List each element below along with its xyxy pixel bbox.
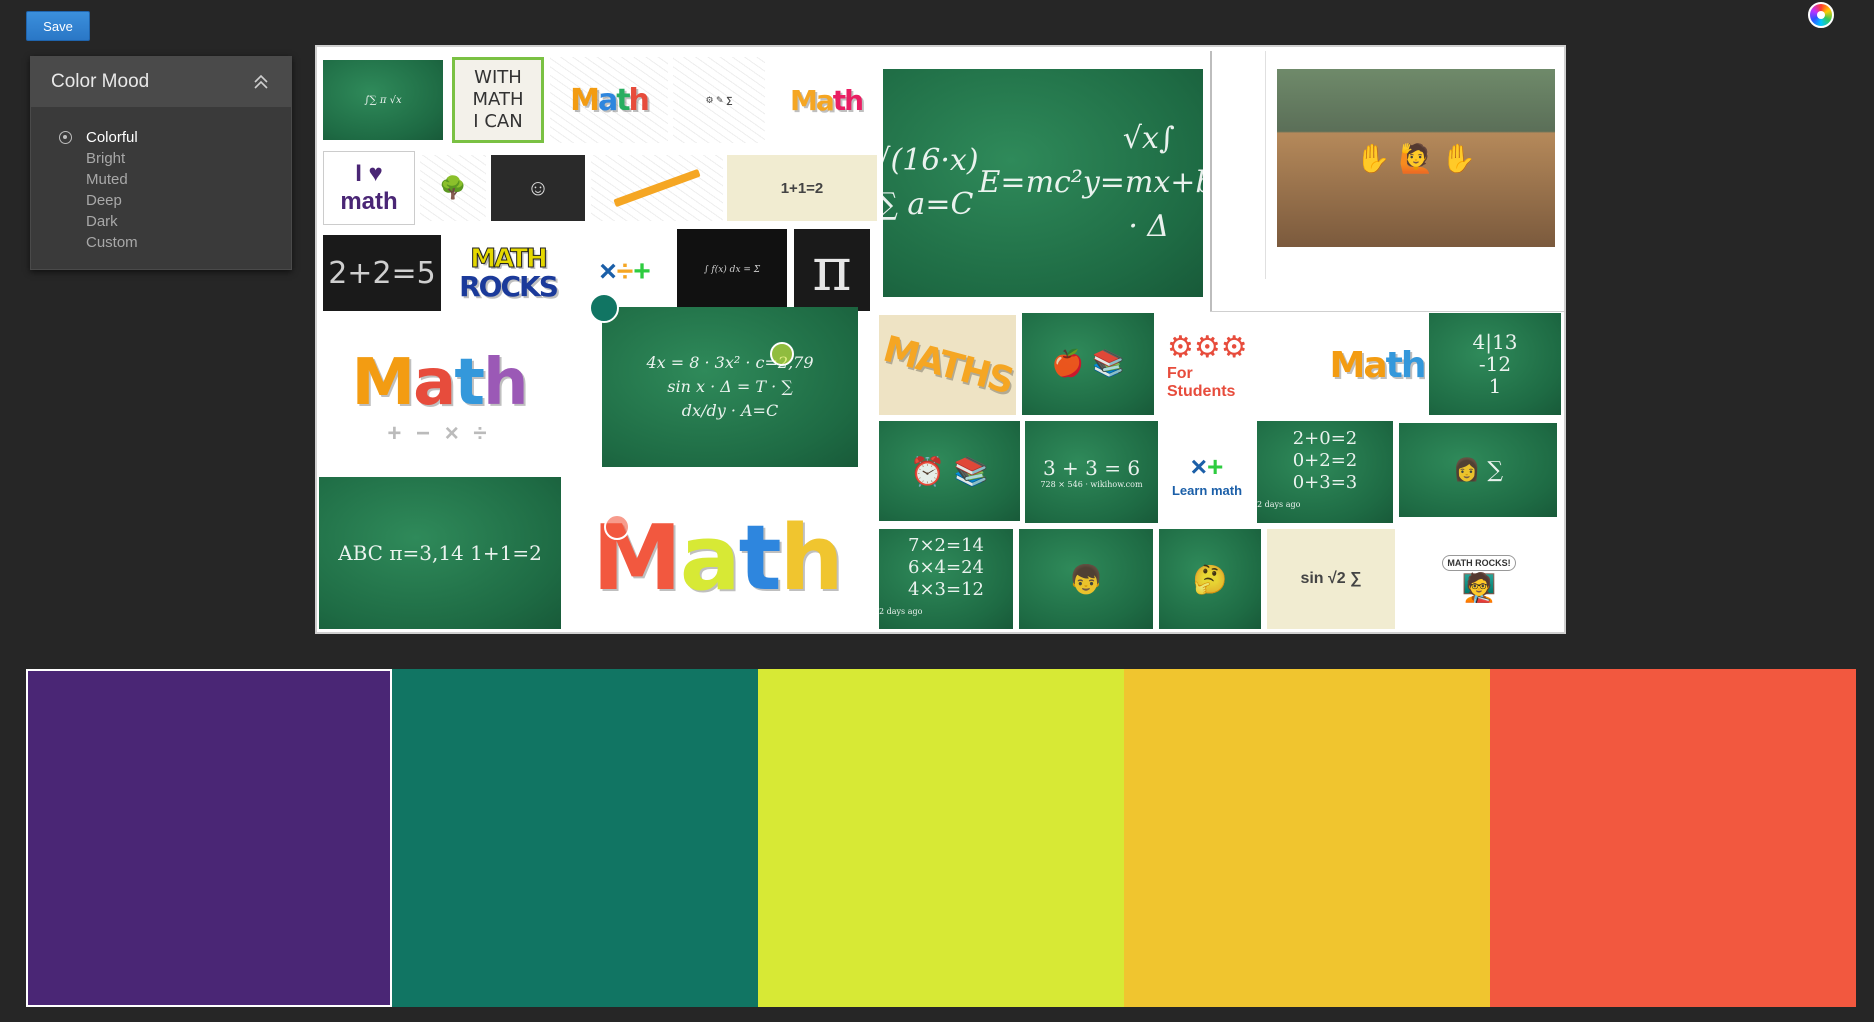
mood-item-colorful[interactable]: Colorful [31, 127, 291, 148]
books-apple-image: 🍎 📚 [1022, 313, 1154, 415]
cartoon-image: ☺ [491, 155, 585, 221]
for-text: For [1167, 364, 1193, 382]
trig-paper-image: sin √2 ∑ [1267, 529, 1395, 629]
emc-text: E=mc² [978, 165, 1083, 200]
mood-item-deep[interactable]: Deep [31, 190, 291, 211]
color-swatch-4[interactable] [1124, 669, 1490, 1007]
chalkboard-image: ∫∑ π √x [323, 60, 443, 140]
color-mood-panel: Color Mood Colorful Bright Muted Deep Da… [30, 56, 292, 270]
mood-item-muted[interactable]: Muted [31, 169, 291, 190]
classroom-photo: ✋ 🙋 ✋ [1277, 69, 1555, 247]
mood-label: Colorful [86, 129, 138, 146]
collage-divider [1265, 51, 1266, 279]
for-students-image: ⚙⚙⚙ For Students [1161, 315, 1323, 415]
learn-math-image: ×+ Learn math [1164, 427, 1250, 521]
clock-books-image: ⏰ 📚 [879, 421, 1020, 521]
collage-divider [1210, 51, 1212, 311]
division-board-image: 4|13 -12 1 [1429, 313, 1561, 415]
i-love-math-image: I ♥ math [323, 151, 415, 225]
addition-facts-text: 2+0=2 0+2=2 0+3=3 [1292, 428, 1358, 493]
pencil-image [591, 155, 723, 221]
color-swatch-5[interactable] [1490, 669, 1856, 1007]
two-days-caption: 2 days ago [1257, 500, 1301, 509]
math-3d-logo-image: Math + − × ÷ [323, 317, 555, 477]
thinking-kid-image: 🤔 [1159, 529, 1261, 629]
mood-label: Deep [86, 192, 122, 209]
multiplication-board-image: 7×2=14 6×4=24 4×3=12 2 days ago [879, 529, 1013, 629]
hands-math-image: Math [587, 487, 847, 629]
pencil-shape [613, 168, 701, 208]
math-rocks-line2: ROCKS [459, 270, 559, 303]
image-collage[interactable]: ∫∑ π √x WITH MATH I CAN Math ⚙ ✎ ∑ Ma th … [315, 45, 1566, 634]
save-button[interactable]: Save [26, 11, 90, 41]
color-palette [26, 669, 1856, 1007]
speech-bubble: MATH ROCKS! [1442, 554, 1516, 571]
mood-item-dark[interactable]: Dark [31, 211, 291, 232]
color-picker-marker[interactable] [589, 293, 619, 323]
mood-label: Bright [86, 150, 126, 167]
math-ops-line: + − × ÷ [387, 420, 491, 447]
mood-item-custom[interactable]: Custom [31, 232, 291, 253]
multiplication-text: 7×2=14 6×4=24 4×3=12 [908, 535, 984, 600]
two-days-caption: 2 days ago [879, 607, 923, 616]
color-swatch-1[interactable] [26, 669, 392, 1007]
color-picker-marker[interactable] [604, 514, 630, 540]
one-plus-one-image: 1+1=2 [727, 155, 877, 221]
maths-image: MATHS [879, 315, 1016, 415]
math-rocks-line1: MATH [470, 244, 549, 274]
chevron-double-up-icon[interactable] [251, 72, 271, 92]
panel-header[interactable]: Color Mood [31, 57, 291, 107]
mood-label: Custom [86, 234, 138, 251]
equations-board-image: 4x = 8 · 3x² · c=2,79 sin x · Δ = T · ∑ dx… [602, 307, 858, 467]
tree-image: 🌳 [420, 155, 486, 221]
color-swatch-3[interactable] [758, 669, 1124, 1007]
girl-board-image: 👩 ∑ [1399, 423, 1557, 517]
emc-board-image: √(16·x) ∑ a=CE=mc² √x∫y=mx+b · Δ [883, 69, 1203, 297]
color-picker-marker[interactable] [770, 342, 794, 366]
color-wheel-icon[interactable] [1808, 2, 1834, 28]
math-rocks-cartoon-image: MATH ROCKS! 🧑‍🏫 [1401, 529, 1557, 629]
wikihow-caption: 728 × 546 · wikihow.com [1040, 479, 1143, 489]
boy-board-image: 👦 [1019, 529, 1153, 629]
colorful-math-image: Math [550, 57, 668, 143]
mood-list: Colorful Bright Muted Deep Dark Custom [31, 107, 291, 253]
math-small-logo-image: Ma th [1329, 315, 1425, 415]
learn-math-text: Learn math [1171, 482, 1243, 498]
pi-image: π [794, 229, 870, 311]
panel-title: Color Mood [51, 71, 150, 92]
math-logo-image: Ma th [771, 57, 881, 143]
radio-selected-icon [59, 131, 72, 144]
students-text: Students [1167, 382, 1236, 400]
mood-label: Dark [86, 213, 118, 230]
with-math-image: WITH MATH I CAN [452, 57, 544, 143]
abc-board-image: ABC π=3,14 1+1=2 [319, 477, 561, 629]
color-swatch-2[interactable] [392, 669, 758, 1007]
sum-text: 3 + 3 = 6 [1042, 455, 1141, 480]
formulas-dark-image: ∫ f(x) dx = Σ [677, 229, 787, 311]
mood-label: Muted [86, 171, 128, 188]
math-rocks-image: MATH ROCKS [445, 235, 571, 311]
two-plus-two-image: 2+2=5 [323, 235, 441, 311]
collage-divider [1210, 311, 1564, 312]
doodle-image: ⚙ ✎ ∑ [673, 57, 765, 143]
addition-board-image: 3 + 3 = 6 728 × 546 · wikihow.com [1025, 421, 1158, 523]
addition-facts-board-image: 2+0=2 0+2=2 0+3=3 2 days ago [1257, 421, 1393, 523]
maths-text: MATHS [879, 328, 1016, 402]
mood-item-bright[interactable]: Bright [31, 148, 291, 169]
